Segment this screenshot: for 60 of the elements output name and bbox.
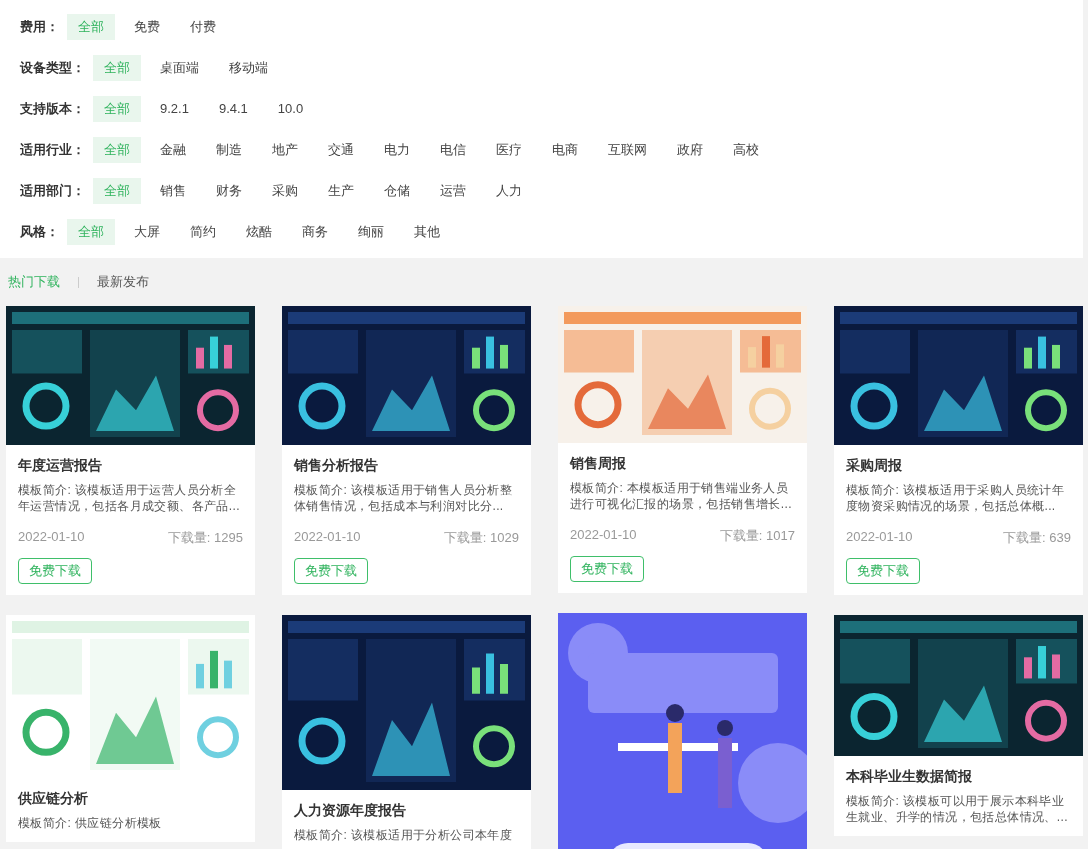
filter-label: 适用部门： <box>20 181 85 200</box>
filter-option[interactable]: 10.0 <box>266 95 315 122</box>
card-title: 年度运营报告 <box>18 457 103 475</box>
filter-label: 设备类型： <box>20 58 85 77</box>
card-title: 销售周报 <box>570 455 627 473</box>
card-title: 采购周报 <box>846 457 903 475</box>
card-date: 2022-01-10 <box>846 529 913 546</box>
filter-option[interactable]: 互联网 <box>597 136 658 163</box>
filter-option[interactable]: 炫酷 <box>235 218 283 245</box>
filter-option[interactable]: 交通 <box>317 136 365 163</box>
card-description: 模板简介: 该模板适用于销售人员分析整体销售情况，包括成本与利润对比分... <box>294 482 514 514</box>
filter-option[interactable]: 医疗 <box>485 136 533 163</box>
filter-label: 费用： <box>20 17 59 36</box>
card-date: 2022-01-10 <box>294 529 361 546</box>
filter-option[interactable]: 大屏 <box>123 218 171 245</box>
filter-label: 适用行业： <box>20 140 85 159</box>
filter-option[interactable]: 简约 <box>179 218 227 245</box>
filter-option[interactable]: 金融 <box>149 136 197 163</box>
card-description: 模板简介: 供应链分析模板 <box>18 815 163 831</box>
card-date: 2022-01-10 <box>570 527 637 544</box>
filter-option[interactable]: 人力 <box>485 177 533 204</box>
filter-option[interactable]: 仓储 <box>373 177 421 204</box>
download-count: 下载量: 1295 <box>167 529 243 547</box>
card-description: 模板简介: 该模板适用于运营人员分析全年运营情况，包括各月成交额、各产品... <box>18 482 241 514</box>
download-count: 下载量: 1017 <box>719 527 795 545</box>
filter-option[interactable]: 地产 <box>261 136 309 163</box>
tab[interactable]: 最新发布 <box>97 273 149 291</box>
card-description: 模板简介: 该模板适用于采购人员统计年度物资采购情况的场景，包括总体概... <box>846 482 1066 514</box>
card-title: 供应链分析 <box>18 790 89 808</box>
filter-option[interactable]: 付费 <box>179 13 227 40</box>
filter-option[interactable]: 高校 <box>722 136 770 163</box>
card-description: 模板简介: 本模板适用于销售端业务人员进行可视化汇报的场景，包括销售增长... <box>570 480 793 512</box>
filter-option[interactable]: 电商 <box>541 136 589 163</box>
card-title: 销售分析报告 <box>294 457 379 475</box>
filter-option[interactable]: 生产 <box>317 177 365 204</box>
filter-option[interactable]: 财务 <box>205 177 253 204</box>
filter-label: 风格： <box>20 222 59 241</box>
filter-option[interactable]: 电信 <box>429 136 477 163</box>
filter-option[interactable]: 移动端 <box>218 54 279 81</box>
filter-option[interactable]: 绚丽 <box>347 218 395 245</box>
filter-option[interactable]: 9.4.1 <box>207 95 259 122</box>
download-count: 下载量: 639 <box>1003 529 1071 547</box>
filter-option[interactable]: 免费 <box>123 13 171 40</box>
filter-option[interactable]: 政府 <box>666 136 714 163</box>
filter-option[interactable]: 销售 <box>149 177 197 204</box>
filter-option[interactable]: 制造 <box>205 136 253 163</box>
card-title: 本科毕业生数据简报 <box>846 768 973 786</box>
card-description: 模板简介: 该模板适用于分析公司本年度 <box>294 827 514 843</box>
card-title: 人力资源年度报告 <box>294 802 407 820</box>
filter-option[interactable]: 电力 <box>373 136 421 163</box>
card-date: 2022-01-10 <box>18 529 85 546</box>
filter-label: 支持版本： <box>20 99 85 118</box>
filter-option[interactable]: 其他 <box>403 218 451 245</box>
filter-option[interactable]: 9.2.1 <box>149 95 200 122</box>
download-count: 下载量: 1029 <box>443 529 519 547</box>
filter-option[interactable]: 桌面端 <box>149 54 210 81</box>
filter-option[interactable]: 商务 <box>291 218 339 245</box>
card-description: 模板简介: 该模板可以用于展示本科毕业生就业、升学的情况，包括总体情况、... <box>846 793 1069 825</box>
filter-option[interactable]: 采购 <box>261 177 309 204</box>
filter-option[interactable]: 运营 <box>429 177 477 204</box>
